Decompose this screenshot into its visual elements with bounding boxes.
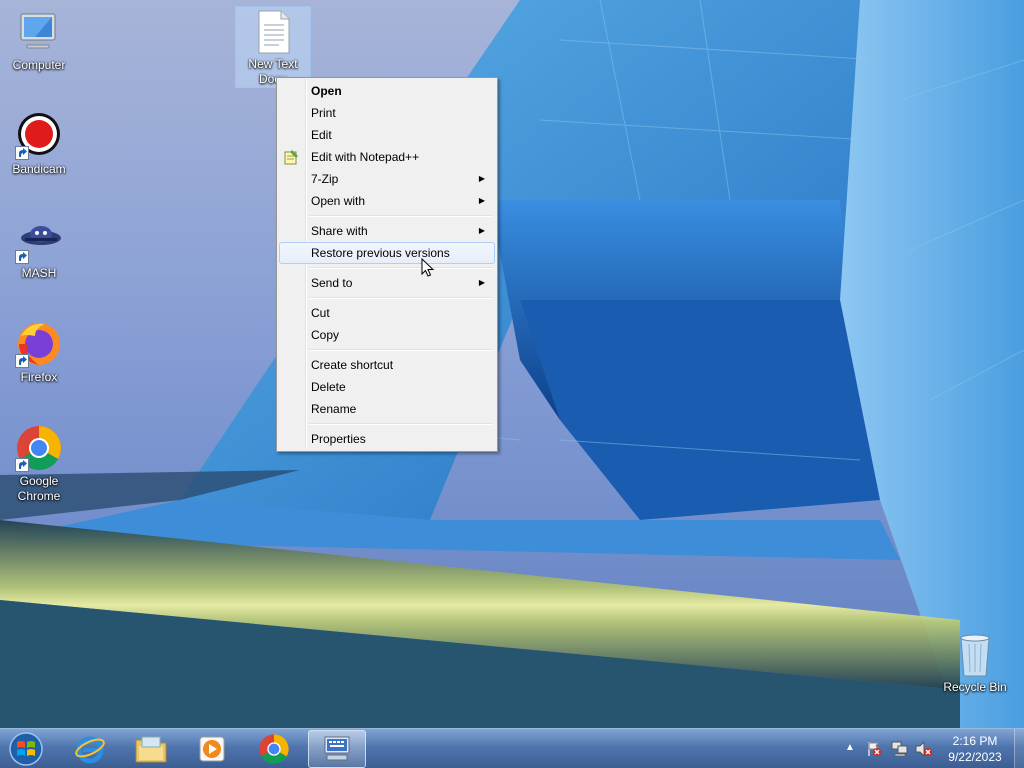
shortcut-arrow-icon	[15, 146, 29, 160]
mouse-cursor-icon	[421, 257, 435, 281]
computer-icon	[15, 8, 63, 56]
bandicam-icon	[15, 112, 63, 160]
menu-item-edit[interactable]: Edit	[279, 124, 495, 146]
volume-muted-icon[interactable]	[915, 740, 933, 760]
desktop-icon-google-chrome[interactable]: Google Chrome	[1, 424, 77, 504]
taskbar-file-explorer[interactable]	[122, 730, 180, 768]
clock-time: 2:16 PM	[952, 734, 998, 748]
start-orb-icon	[9, 732, 43, 766]
menu-item-label: Print	[311, 106, 336, 120]
menu-item-restore-previous-versions[interactable]: Restore previous versions	[279, 242, 495, 264]
chrome-icon	[259, 734, 289, 764]
menu-item-cut[interactable]: Cut	[279, 302, 495, 324]
menu-item-copy[interactable]: Copy	[279, 324, 495, 346]
menu-separator	[309, 294, 495, 302]
desktop-icon-new-text-document[interactable]: New Text Docu	[235, 6, 311, 88]
menu-item-rename[interactable]: Rename	[279, 398, 495, 420]
desktop-icon-label: MASH	[21, 266, 57, 280]
menu-item-label: Open	[311, 84, 342, 98]
menu-item-label: Edit	[311, 128, 332, 142]
taskbar: ▲ 2:16 PM 9/22/2023	[0, 728, 1024, 768]
menu-item-label: Open with	[311, 194, 366, 208]
menu-separator	[309, 346, 495, 354]
action-center-icon[interactable]	[866, 741, 882, 760]
menu-item-label: 7-Zip	[311, 172, 339, 186]
menu-item-open[interactable]: Open	[279, 80, 495, 102]
taskbar-on-screen-keyboard[interactable]	[308, 730, 366, 768]
menu-item-share-with[interactable]: Share with ▶	[279, 220, 495, 242]
chrome-icon	[15, 424, 63, 472]
menu-item-send-to[interactable]: Send to ▶	[279, 272, 495, 294]
mash-icon	[15, 216, 63, 264]
on-screen-keyboard-icon	[324, 736, 350, 761]
media-player-icon	[199, 736, 225, 762]
desktop-icon-recycle-bin[interactable]: Recycle Bin	[937, 630, 1013, 695]
firefox-icon	[15, 320, 63, 368]
desktop-icon-label: Google Chrome	[17, 474, 61, 503]
menu-separator	[309, 420, 495, 428]
shortcut-arrow-icon	[15, 250, 29, 264]
menu-separator	[309, 212, 495, 220]
menu-item-label: Copy	[311, 328, 340, 342]
desktop-icon-label: Bandicam	[12, 162, 66, 176]
network-icon[interactable]	[891, 741, 909, 760]
menu-item-label: Delete	[311, 380, 346, 394]
menu-item-label: Edit with Notepad++	[311, 150, 420, 164]
internet-explorer-icon	[75, 736, 105, 764]
menu-item-create-shortcut[interactable]: Create shortcut	[279, 354, 495, 376]
file-explorer-icon	[135, 736, 167, 763]
show-hidden-icons-button[interactable]: ▲	[845, 742, 855, 753]
taskbar-internet-explorer[interactable]	[61, 730, 119, 768]
taskbar-chrome[interactable]	[245, 730, 303, 768]
menu-item-label: Rename	[311, 402, 357, 416]
shortcut-arrow-icon	[15, 458, 29, 472]
desktop-icon-computer[interactable]: Computer	[1, 8, 77, 73]
menu-item-properties[interactable]: Properties	[279, 428, 495, 450]
shortcut-arrow-icon	[15, 354, 29, 368]
clock-date: 9/22/2023	[948, 750, 1002, 764]
submenu-arrow-icon: ▶	[478, 174, 485, 183]
desktop-icon-label: Computer	[12, 58, 66, 72]
menu-item-label: Cut	[311, 306, 330, 320]
desktop-icon-firefox[interactable]: Firefox	[1, 320, 77, 385]
text-document-icon	[249, 7, 297, 55]
context-menu: Open Print Edit Edit with Notepad++ 7-Zi…	[276, 77, 498, 452]
menu-item-label: Send to	[311, 276, 353, 290]
submenu-arrow-icon: ▶	[478, 278, 485, 287]
taskbar-clock[interactable]: 2:16 PM 9/22/2023	[940, 733, 1010, 765]
notepad-plus-plus-icon	[283, 149, 299, 165]
menu-item-edit-with-notepad[interactable]: Edit with Notepad++	[279, 146, 495, 168]
submenu-arrow-icon: ▶	[478, 196, 485, 205]
menu-item-label: Share with	[311, 224, 368, 238]
desktop-wallpaper	[0, 0, 1024, 728]
menu-item-print[interactable]: Print	[279, 102, 495, 124]
desktop-icon-bandicam[interactable]: Bandicam	[1, 112, 77, 177]
recycle-bin-icon	[951, 630, 999, 678]
menu-item-7zip[interactable]: 7-Zip ▶	[279, 168, 495, 190]
submenu-arrow-icon: ▶	[478, 226, 485, 235]
taskbar-media-player[interactable]	[183, 730, 241, 768]
menu-item-label: Create shortcut	[311, 358, 394, 372]
menu-item-open-with[interactable]: Open with ▶	[279, 190, 495, 212]
menu-separator	[309, 264, 495, 272]
desktop-icon-label: Firefox	[20, 370, 58, 384]
start-button[interactable]	[6, 730, 46, 768]
show-desktop-button[interactable]	[1014, 729, 1024, 768]
menu-item-delete[interactable]: Delete	[279, 376, 495, 398]
desktop-icon-mash[interactable]: MASH	[1, 216, 77, 281]
menu-item-label: Properties	[311, 432, 366, 446]
desktop-icon-label: Recycle Bin	[943, 680, 1007, 694]
